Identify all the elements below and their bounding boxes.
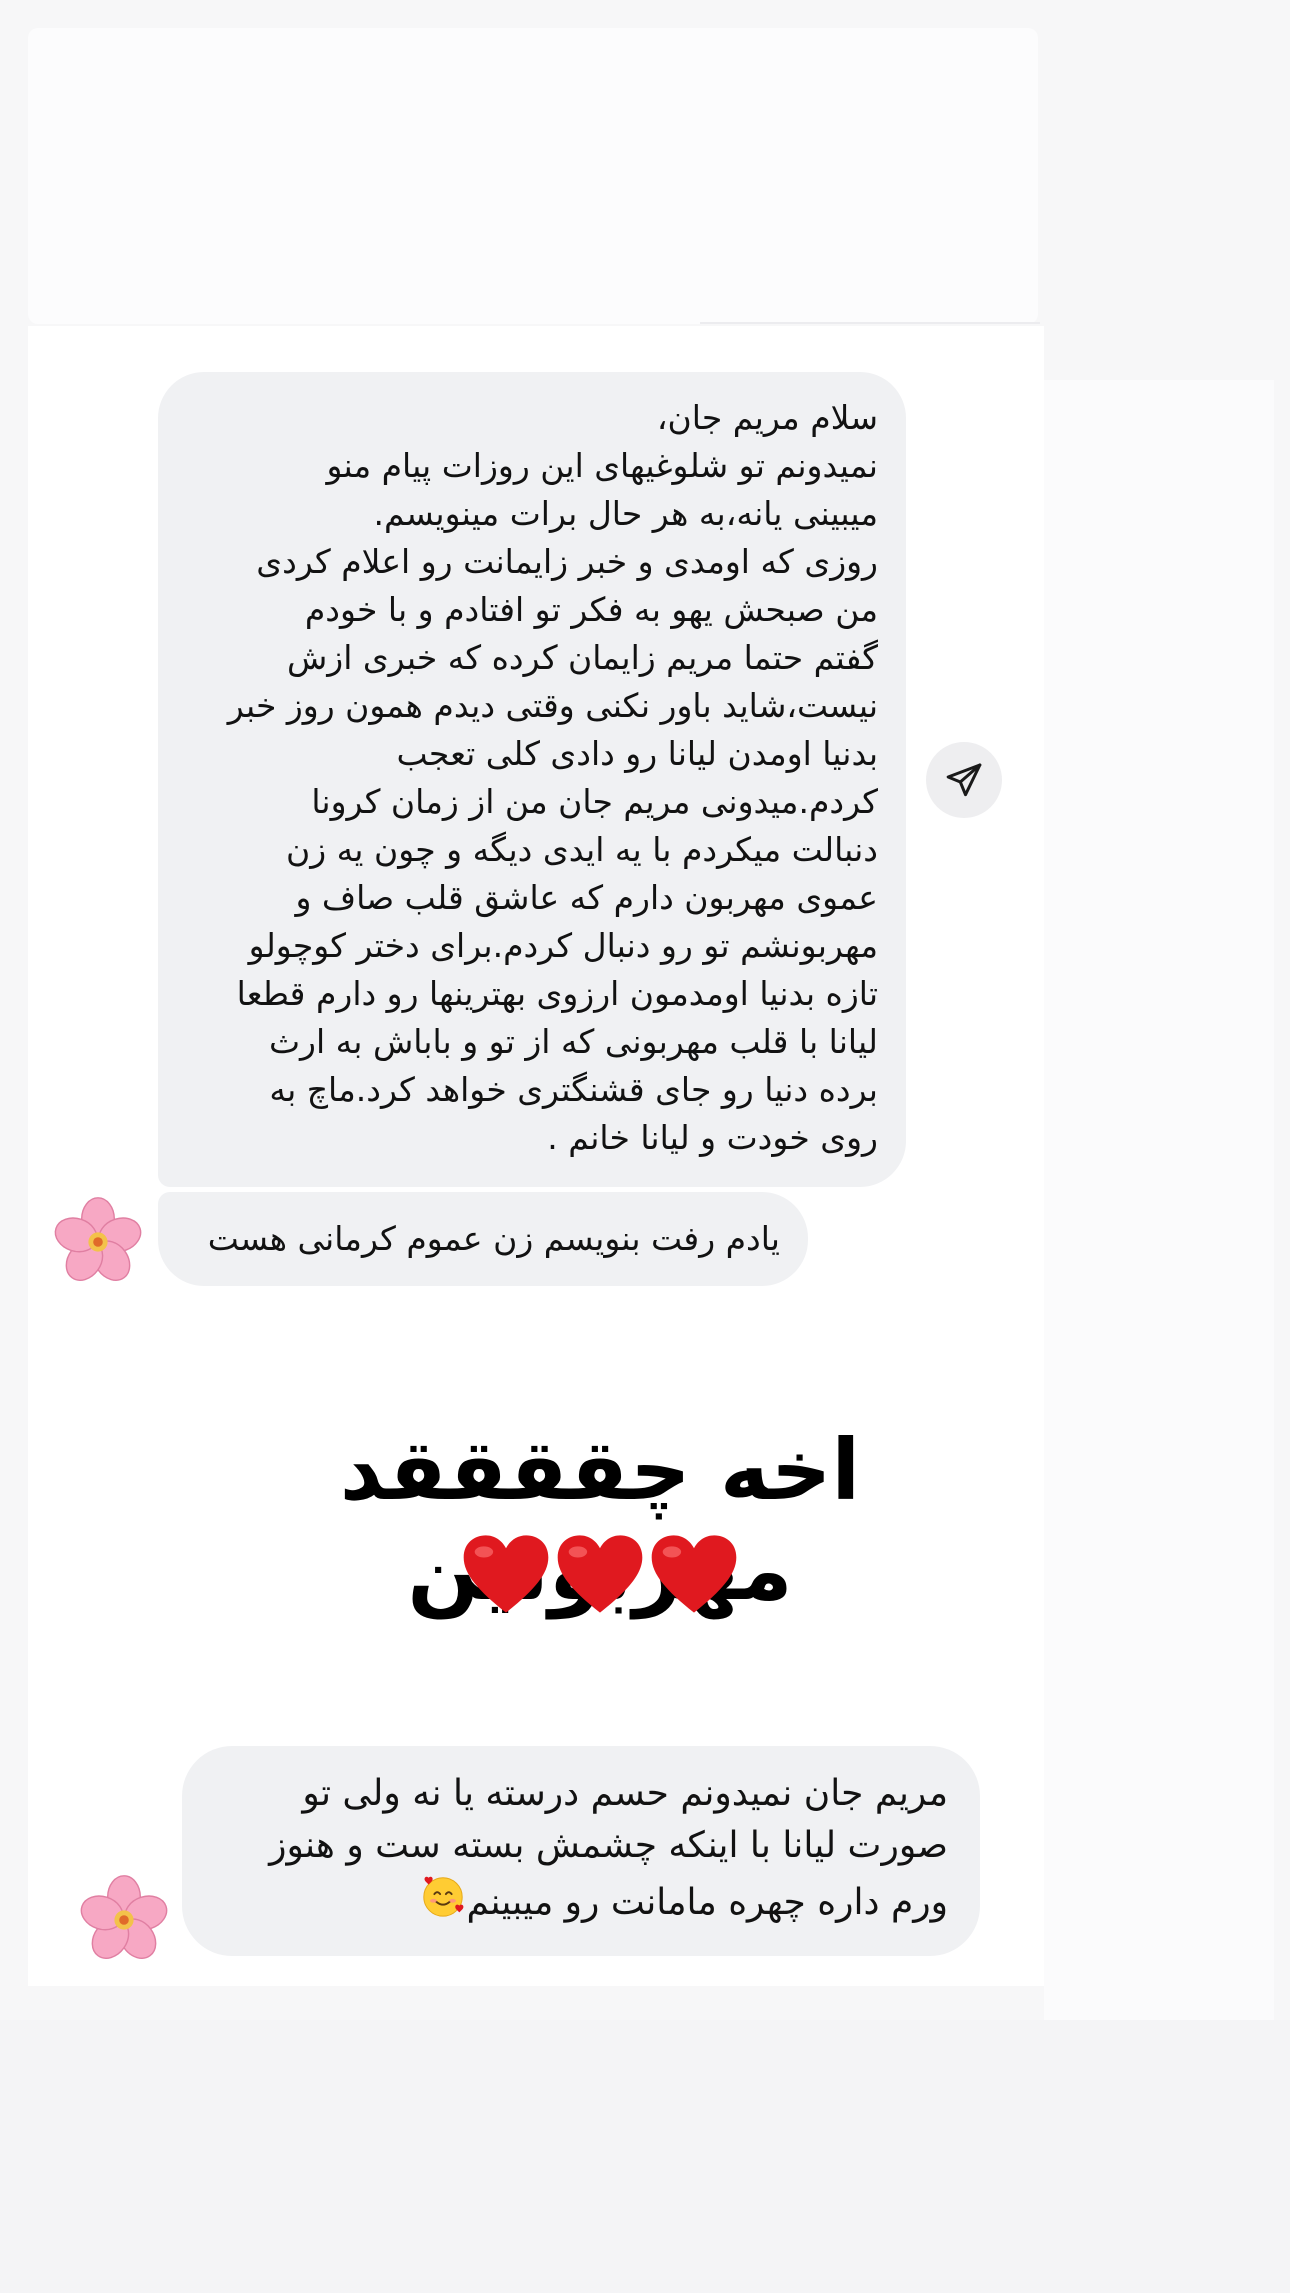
message-line: کردم.میدونی مریم جان من از زمان کرونا (311, 782, 878, 821)
bottom-area (0, 2020, 1290, 2293)
message-bubble-main[interactable]: سلام مریم جان، نمیدونم تو شلوغیهای این ر… (158, 372, 906, 1187)
heart-icon (557, 1535, 643, 1613)
cherry-blossom-icon (80, 1875, 168, 1959)
message-line: گفتم حتما مریم زایمان کرده که خبری ازش (286, 638, 878, 677)
message-line: عموی مهربون دارم که عاشق قلب صاف و (295, 878, 878, 917)
message-line: تازه بدنیا اومدمون ارزوی بهترینها رو دار… (236, 974, 878, 1013)
message-bubble-third[interactable]: مریم جان نمیدونم حسم درسته یا نه ولی تو … (182, 1746, 980, 1956)
message-line: مریم جان نمیدونم حسم درسته یا نه ولی تو (302, 1773, 948, 1814)
message-line: سلام مریم جان، (656, 398, 878, 437)
message-line: میبینی یانه،به هر حال برات مینویسم. (373, 494, 879, 533)
heart-icon (651, 1535, 737, 1613)
side-area (1044, 380, 1274, 2060)
message-line: روزی که اومدی و خبر زایمانت رو اعلام کرد… (256, 542, 878, 581)
message-line: روی خودت و لیانا خانم . (547, 1118, 878, 1157)
top-blank-area (28, 28, 1038, 324)
cherry-blossom-icon (54, 1197, 142, 1281)
smiling-face-with-hearts-icon (419, 1872, 467, 1935)
message-line: من صبحش یهو به فکر تو افتادم و با خودم (304, 590, 878, 629)
hearts-row (150, 1530, 1050, 1630)
message-line: دنبالت میکردم با یه ایدی دیگه و چون یه ز… (285, 830, 878, 869)
send-icon (946, 763, 982, 797)
avatar[interactable] (50, 1194, 146, 1290)
message-line: برده دنیا رو جای قشنگتری خواهد کرد.ماچ ب… (269, 1070, 878, 1109)
message-line: مهربونشم تو رو دنبال کردم.برای دختر کوچو… (248, 926, 878, 965)
message-text: یادم رفت بنویسم زن عموم کرمانی هست (207, 1219, 780, 1258)
message-bubble-second[interactable]: یادم رفت بنویسم زن عموم کرمانی هست (158, 1192, 808, 1286)
divider-line (700, 322, 1040, 324)
heart-icon (463, 1535, 549, 1613)
message-line: نیست،شاید باور نکنی وقتی دیدم همون روز خ… (227, 686, 878, 725)
avatar[interactable] (76, 1872, 172, 1968)
message-line-text: ورم داره چهره مامانت رو میبینم (466, 1882, 948, 1923)
message-line: صورت لیانا با اینکه چشمش بسته ست و هنوز (269, 1825, 948, 1866)
share-button[interactable] (926, 742, 1002, 818)
screenshot-canvas: سلام مریم جان، نمیدونم تو شلوغیهای این ر… (0, 0, 1290, 2293)
message-line: نمیدونم تو شلوغیهای این روزات پیام منو (326, 446, 878, 485)
message-line: بدنیا اومدن لیانا رو دادی کلی تعجب (396, 734, 879, 773)
message-line: ورم داره چهره مامانت رو میبینم (214, 1872, 948, 1935)
message-line: لیانا با قلب مهربونی که از تو و باباش به… (268, 1022, 878, 1061)
